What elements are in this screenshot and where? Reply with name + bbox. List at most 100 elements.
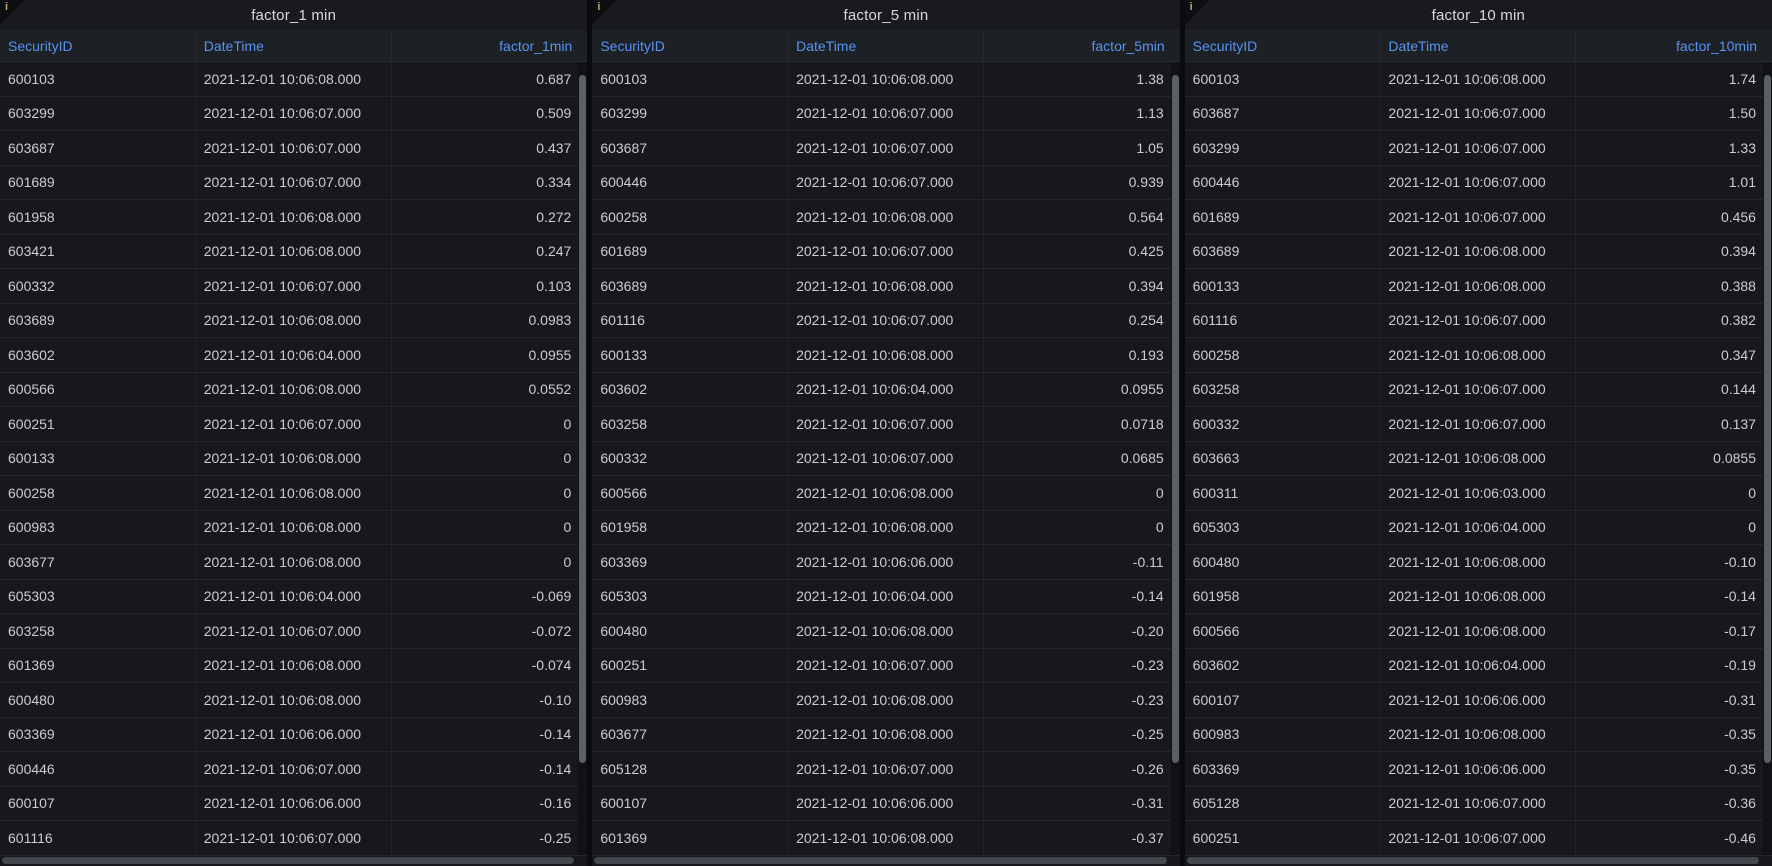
cell-security-id: 601689 xyxy=(0,166,196,200)
cell-factor-value: 0.437 xyxy=(392,131,588,165)
panel-title[interactable]: factor_5 min xyxy=(844,7,929,24)
cell-datetime: 2021-12-01 10:06:08.000 xyxy=(196,235,392,269)
panel-factor-1min: i factor_1 min SecurityID DateTime facto… xyxy=(0,0,587,866)
cell-security-id: 600107 xyxy=(592,787,788,821)
table-row: 6036872021-12-01 10:06:07.0001.50 xyxy=(1185,97,1772,132)
cell-datetime: 2021-12-01 10:06:08.000 xyxy=(196,62,392,96)
cell-factor-value: -0.37 xyxy=(984,821,1180,855)
cell-factor-value: 0.0552 xyxy=(392,373,588,407)
cell-factor-value: -0.14 xyxy=(392,718,588,752)
column-header-datetime[interactable]: DateTime xyxy=(788,30,984,61)
panel-title[interactable]: factor_1 min xyxy=(251,7,336,24)
cell-security-id: 601369 xyxy=(592,821,788,855)
cell-datetime: 2021-12-01 10:06:08.000 xyxy=(1380,614,1576,648)
cell-security-id: 603602 xyxy=(1185,649,1381,683)
cell-datetime: 2021-12-01 10:06:07.000 xyxy=(196,752,392,786)
info-icon[interactable]: i xyxy=(1190,1,1193,14)
cell-datetime: 2021-12-01 10:06:06.000 xyxy=(788,787,984,821)
table-row: 6001332021-12-01 10:06:08.0000.193 xyxy=(592,338,1179,373)
table-row: 6001032021-12-01 10:06:08.0001.74 xyxy=(1185,62,1772,97)
table-row: 6002512021-12-01 10:06:07.0000 xyxy=(0,407,587,442)
cell-security-id: 600332 xyxy=(592,442,788,476)
cell-factor-value: 0.425 xyxy=(984,235,1180,269)
table-row: 6036872021-12-01 10:06:07.0000.437 xyxy=(0,131,587,166)
cell-security-id: 603602 xyxy=(592,373,788,407)
cell-security-id: 601689 xyxy=(1185,200,1381,234)
cell-factor-value: -0.19 xyxy=(1576,649,1772,683)
table-row: 6004802021-12-01 10:06:08.000-0.10 xyxy=(1185,545,1772,580)
horizontal-scrollbar-thumb[interactable] xyxy=(2,857,574,864)
panel-factor-5min: i factor_5 min SecurityID DateTime facto… xyxy=(592,0,1179,866)
panel-header[interactable]: i factor_5 min xyxy=(592,0,1179,30)
cell-security-id: 605128 xyxy=(1185,787,1381,821)
cell-factor-value: -0.14 xyxy=(1576,580,1772,614)
cell-factor-value: 1.01 xyxy=(1576,166,1772,200)
cell-datetime: 2021-12-01 10:06:04.000 xyxy=(196,580,392,614)
cell-factor-value: 1.33 xyxy=(1576,131,1772,165)
table-row: 6001032021-12-01 10:06:08.0001.38 xyxy=(592,62,1179,97)
table-row: 6032992021-12-01 10:06:07.0000.509 xyxy=(0,97,587,132)
column-header-factor-value[interactable]: factor_5min xyxy=(984,30,1180,61)
cell-factor-value: 1.50 xyxy=(1576,97,1772,131)
cell-factor-value: 0 xyxy=(392,476,588,510)
column-header-security-id[interactable]: SecurityID xyxy=(592,30,788,61)
cell-datetime: 2021-12-01 10:06:07.000 xyxy=(196,131,392,165)
cell-datetime: 2021-12-01 10:06:07.000 xyxy=(196,614,392,648)
table-row: 6004802021-12-01 10:06:08.000-0.10 xyxy=(0,683,587,718)
cell-factor-value: -0.23 xyxy=(984,683,1180,717)
column-header-datetime[interactable]: DateTime xyxy=(196,30,392,61)
panel-title[interactable]: factor_10 min xyxy=(1432,7,1525,24)
info-icon[interactable]: i xyxy=(597,1,600,14)
vertical-scrollbar-thumb[interactable] xyxy=(579,75,586,763)
cell-security-id: 600251 xyxy=(592,649,788,683)
cell-security-id: 600983 xyxy=(0,511,196,545)
vertical-scrollbar-thumb[interactable] xyxy=(1764,75,1771,763)
table-row: 6013692021-12-01 10:06:08.000-0.37 xyxy=(592,821,1179,856)
table-body: 6001032021-12-01 10:06:08.0001.746036872… xyxy=(1185,62,1772,866)
cell-security-id: 603687 xyxy=(1185,97,1381,131)
cell-datetime: 2021-12-01 10:06:07.000 xyxy=(788,442,984,476)
panel-header[interactable]: i factor_10 min xyxy=(1185,0,1772,30)
column-header-security-id[interactable]: SecurityID xyxy=(1185,30,1381,61)
cell-factor-value: 0.247 xyxy=(392,235,588,269)
cell-security-id: 603299 xyxy=(1185,131,1381,165)
column-header-security-id[interactable]: SecurityID xyxy=(0,30,196,61)
table-row: 6001332021-12-01 10:06:08.0000.388 xyxy=(1185,269,1772,304)
cell-factor-value: -0.17 xyxy=(1576,614,1772,648)
cell-datetime: 2021-12-01 10:06:07.000 xyxy=(1380,304,1576,338)
cell-factor-value: -0.10 xyxy=(392,683,588,717)
table-row: 6009832021-12-01 10:06:08.000-0.23 xyxy=(592,683,1179,718)
cell-datetime: 2021-12-01 10:06:08.000 xyxy=(788,338,984,372)
cell-security-id: 600566 xyxy=(0,373,196,407)
column-header-factor-value[interactable]: factor_10min xyxy=(1576,30,1772,61)
column-header-factor-value[interactable]: factor_1min xyxy=(392,30,588,61)
table-row: 6036022021-12-01 10:06:04.0000.0955 xyxy=(592,373,1179,408)
cell-factor-value: -0.23 xyxy=(984,649,1180,683)
table-row: 6053032021-12-01 10:06:04.000-0.14 xyxy=(592,580,1179,615)
cell-factor-value: 0.254 xyxy=(984,304,1180,338)
table-row: 6005662021-12-01 10:06:08.000-0.17 xyxy=(1185,614,1772,649)
cell-security-id: 603677 xyxy=(592,718,788,752)
table-row: 6016892021-12-01 10:06:07.0000.456 xyxy=(1185,200,1772,235)
info-icon[interactable]: i xyxy=(5,1,8,14)
horizontal-scrollbar-thumb[interactable] xyxy=(594,857,1166,864)
table-row: 6001032021-12-01 10:06:08.0000.687 xyxy=(0,62,587,97)
cell-factor-value: 0.0983 xyxy=(392,304,588,338)
cell-datetime: 2021-12-01 10:06:07.000 xyxy=(1380,131,1576,165)
cell-security-id: 601958 xyxy=(1185,580,1381,614)
vertical-scrollbar-thumb[interactable] xyxy=(1172,75,1179,763)
table-row: 6033692021-12-01 10:06:06.000-0.35 xyxy=(1185,752,1772,787)
table-row: 6003322021-12-01 10:06:07.0000.0685 xyxy=(592,442,1179,477)
cell-datetime: 2021-12-01 10:06:07.000 xyxy=(1380,787,1576,821)
table-row: 6002582021-12-01 10:06:08.0000 xyxy=(0,476,587,511)
cell-security-id: 600446 xyxy=(0,752,196,786)
panel-header[interactable]: i factor_1 min xyxy=(0,0,587,30)
table-row: 6011162021-12-01 10:06:07.0000.254 xyxy=(592,304,1179,339)
table-row: 6036022021-12-01 10:06:04.0000.0955 xyxy=(0,338,587,373)
table-header-row: SecurityID DateTime factor_5min xyxy=(592,30,1179,62)
column-header-datetime[interactable]: DateTime xyxy=(1380,30,1576,61)
table-row: 6032582021-12-01 10:06:07.0000.0718 xyxy=(592,407,1179,442)
cell-security-id: 600133 xyxy=(592,338,788,372)
horizontal-scrollbar-thumb[interactable] xyxy=(1187,857,1759,864)
cell-factor-value: -0.10 xyxy=(1576,545,1772,579)
